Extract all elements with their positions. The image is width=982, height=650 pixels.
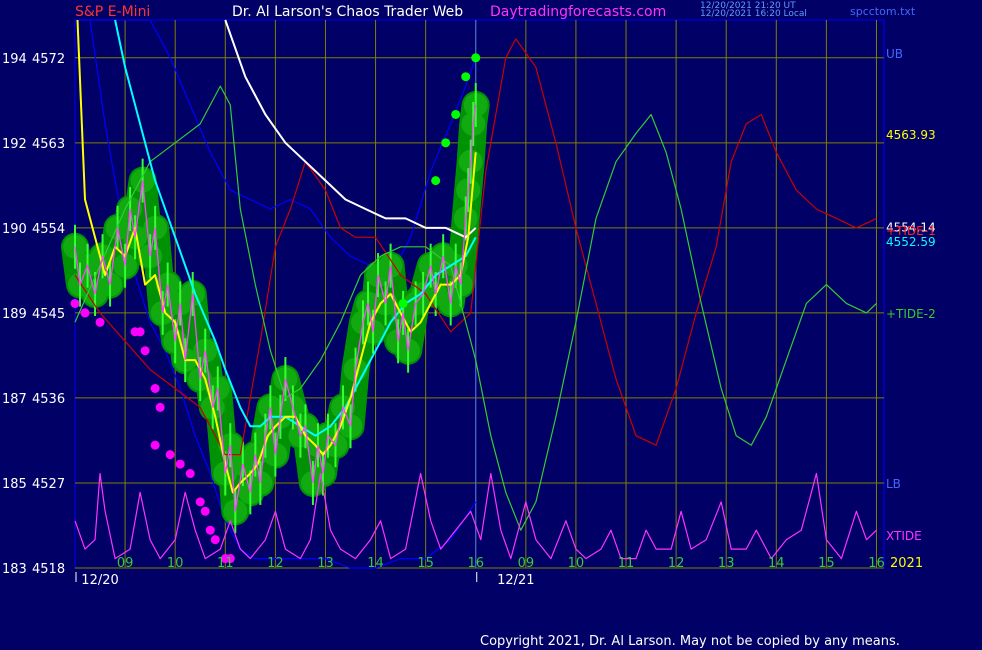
x-tick-label: 15 (417, 556, 434, 571)
y-label-esp: 189 (2, 307, 27, 322)
x-tick-label: 15 (818, 556, 835, 571)
green-dot (441, 138, 451, 148)
x-tick-label: 12 (668, 556, 685, 571)
x-tick-label: 09 (117, 556, 134, 571)
magenta-dot (80, 308, 90, 318)
green-dot (431, 176, 441, 186)
site-link[interactable]: Daytradingforecasts.com (490, 4, 666, 20)
chart-title: S&P E-Mini (75, 4, 151, 20)
x-date-label: 12/20 (81, 573, 118, 588)
y-label-esp: 194 (2, 52, 27, 67)
x-date-label: 12/21 (497, 573, 534, 588)
y-label-price: 4527 (32, 477, 65, 492)
magenta-dot (205, 525, 215, 535)
magenta-dot (70, 298, 80, 308)
x-tick-label: 10 (568, 556, 585, 571)
white-line (224, 19, 477, 239)
x-tick-label: 12 (267, 556, 284, 571)
right-label: +TIDE-1 (886, 224, 936, 238)
y-label-price: 4545 (32, 307, 65, 322)
magenta-dot (155, 402, 165, 412)
x-tick-label: 16 (467, 556, 484, 571)
magenta-dot (135, 327, 145, 337)
file-name: spcctom.txt (850, 5, 916, 18)
timestamp-local: 12/20/2021 16:20 Local (700, 9, 807, 19)
author-title: Dr. Al Larson's Chaos Trader Web (232, 4, 464, 20)
magenta-dot (165, 450, 175, 460)
x-tick-label: 09 (518, 556, 535, 571)
magenta-dot (175, 459, 185, 469)
y-label-esp: 187 (2, 392, 27, 407)
x-tick-label: 11 (217, 556, 234, 571)
green-dot (461, 72, 471, 82)
y-label-esp: 183 (2, 562, 27, 577)
magenta-dot (150, 440, 160, 450)
x-tick-label: 14 (367, 556, 384, 571)
y-label-esp: 190 (2, 222, 27, 237)
x-tick-label: 14 (768, 556, 785, 571)
green-dot (471, 53, 481, 63)
magenta-dot (200, 506, 210, 516)
x-tick-label: 11 (618, 556, 635, 571)
right-label: XTIDE (886, 529, 922, 543)
magenta-dot (195, 497, 205, 507)
x-tick-label: 16 (868, 556, 885, 571)
right-label: +TIDE-2 (886, 307, 936, 321)
x-tick-label: 13 (718, 556, 735, 571)
magenta-dot (210, 535, 220, 545)
magenta-dot (140, 346, 150, 356)
magenta-dot (150, 383, 160, 393)
x-tick-label: 10 (167, 556, 184, 571)
y-label-price: 4563 (32, 137, 65, 152)
year-label: 2021 (890, 556, 923, 571)
green-dot (451, 109, 461, 119)
green-dot (398, 298, 408, 308)
y-label-esp: 185 (2, 477, 27, 492)
y-label-price: 4536 (32, 392, 65, 407)
right-label: UB (886, 47, 903, 61)
magenta-dot (95, 317, 105, 327)
y-label-price: 4554 (32, 222, 65, 237)
copyright-notice: Copyright 2021, Dr. Al Larson. May not b… (480, 634, 900, 649)
y-label-price: 4572 (32, 52, 65, 67)
right-label: 4563.93 (886, 128, 936, 142)
chart-canvas: 194 4572 192 4563 190 4554 189 4545 187 4536 185 45… (2, 19, 936, 588)
x-tick-label: 13 (317, 556, 334, 571)
y-label-esp: 192 (2, 137, 27, 152)
right-label: LB (886, 477, 901, 491)
y-label-price: 4518 (32, 562, 65, 577)
magenta-dot (185, 469, 195, 479)
